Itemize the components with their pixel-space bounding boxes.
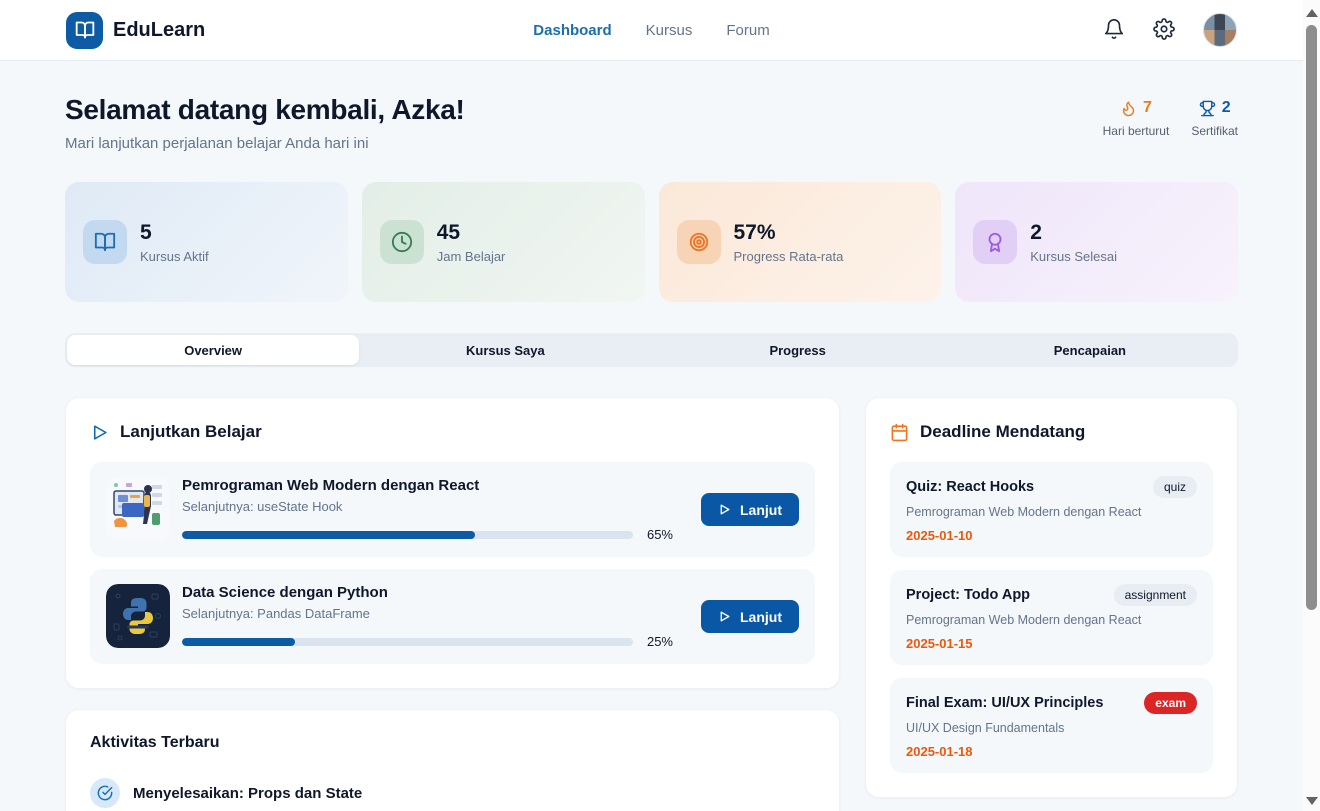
certificates-label: Sertifikat — [1191, 124, 1238, 138]
tab-overview[interactable]: Overview — [67, 335, 359, 365]
section-title: Aktivitas Terbaru — [90, 734, 815, 752]
stat-card-avg-progress: 57% Progress Rata-rata — [659, 182, 942, 302]
deadline-badge: exam — [1144, 692, 1197, 714]
course-next-lesson: Selanjutnya: useState Hook — [182, 499, 673, 514]
gear-icon[interactable] — [1153, 18, 1177, 42]
page-title: Selamat datang kembali, Azka! — [65, 94, 465, 126]
course-title: Data Science dengan Python — [182, 584, 673, 601]
deadline-title: Final Exam: UI/UX Principles — [906, 695, 1103, 711]
streak-label: Hari berturut — [1103, 124, 1170, 138]
target-icon — [677, 220, 721, 264]
dashboard-tabs: Overview Kursus Saya Progress Pencapaian — [65, 333, 1238, 367]
page-subtitle: Mari lanjutkan perjalanan belajar Anda h… — [65, 135, 465, 152]
certificates-value: 2 — [1222, 99, 1231, 117]
stat-value: 57% — [734, 221, 844, 245]
flame-icon — [1120, 100, 1137, 117]
book-icon — [83, 220, 127, 264]
deadline-badge: assignment — [1114, 584, 1197, 606]
progress-fill — [182, 638, 295, 646]
deadline-date: 2025-01-18 — [906, 744, 1197, 759]
scrollbar-thumb[interactable] — [1306, 25, 1317, 610]
avatar[interactable] — [1203, 13, 1237, 47]
progress-bar — [182, 638, 633, 646]
check-circle-icon — [90, 778, 120, 808]
deadline-course: Pemrograman Web Modern dengan React — [906, 613, 1197, 627]
continue-learning-card: Lanjutkan Belajar — [65, 397, 840, 689]
deadline-item-exam[interactable]: Final Exam: UI/UX Principles exam UI/UX … — [890, 678, 1213, 773]
vertical-scrollbar[interactable] — [1303, 0, 1320, 811]
header-actions — [1103, 13, 1237, 47]
stat-label: Kursus Selesai — [1030, 249, 1117, 264]
book-logo-icon — [66, 12, 103, 49]
stat-value: 45 — [437, 221, 506, 245]
course-row-react: Pemrograman Web Modern dengan React Sela… — [90, 462, 815, 557]
stat-label: Jam Belajar — [437, 249, 506, 264]
course-title: Pemrograman Web Modern dengan React — [182, 477, 673, 494]
stat-card-study-hours: 45 Jam Belajar — [362, 182, 645, 302]
section-title: Lanjutkan Belajar — [120, 422, 262, 442]
certificates-stat: 2 Sertifikat — [1191, 99, 1238, 138]
stat-label: Kursus Aktif — [140, 249, 209, 264]
deadlines-card: Deadline Mendatang Quiz: React Hooks qui… — [865, 397, 1238, 798]
course-thumbnail-python — [106, 584, 170, 648]
deadline-title: Project: Todo App — [906, 587, 1030, 603]
recent-activity-card: Aktivitas Terbaru Menyelesaikan: Props d… — [65, 709, 840, 811]
bell-icon[interactable] — [1103, 18, 1127, 42]
stat-value: 2 — [1030, 221, 1117, 245]
brand-name: EduLearn — [113, 19, 205, 42]
brand[interactable]: EduLearn — [66, 12, 205, 49]
stat-card-active-courses: 5 Kursus Aktif — [65, 182, 348, 302]
play-icon — [90, 423, 109, 442]
play-icon — [718, 503, 731, 516]
continue-button[interactable]: Lanjut — [701, 600, 799, 633]
deadline-item-quiz[interactable]: Quiz: React Hooks quiz Pemrograman Web M… — [890, 462, 1213, 557]
tab-kursus-saya[interactable]: Kursus Saya — [359, 335, 651, 365]
section-title: Deadline Mendatang — [920, 422, 1085, 442]
clock-icon — [380, 220, 424, 264]
deadline-item-assignment[interactable]: Project: Todo App assignment Pemrograman… — [890, 570, 1213, 665]
stat-label: Progress Rata-rata — [734, 249, 844, 264]
stat-card-completed-courses: 2 Kursus Selesai — [955, 182, 1238, 302]
progress-fill — [182, 531, 475, 539]
award-icon — [973, 220, 1017, 264]
deadline-badge: quiz — [1153, 476, 1197, 498]
deadline-course: Pemrograman Web Modern dengan React — [906, 505, 1197, 519]
scroll-up-arrow[interactable] — [1306, 9, 1318, 17]
progress-percent: 65% — [641, 527, 673, 542]
mini-stats: 7 Hari berturut — [1103, 94, 1238, 138]
edulearn-dashboard-page: EduLearn Dashboard Kursus Forum — [0, 0, 1303, 811]
course-row-python: Data Science dengan Python Selanjutnya: … — [90, 569, 815, 664]
scroll-down-arrow[interactable] — [1306, 797, 1318, 805]
deadline-title: Quiz: React Hooks — [906, 479, 1034, 495]
progress-bar — [182, 531, 633, 539]
stat-value: 5 — [140, 221, 209, 245]
main-nav: Dashboard Kursus Forum — [533, 22, 769, 39]
welcome-section: Selamat datang kembali, Azka! Mari lanju… — [65, 94, 1238, 152]
course-thumbnail-react — [106, 477, 170, 541]
nav-kursus[interactable]: Kursus — [646, 22, 693, 39]
tab-pencapaian[interactable]: Pencapaian — [944, 335, 1236, 365]
tab-progress[interactable]: Progress — [652, 335, 944, 365]
stats-row: 5 Kursus Aktif 45 Jam Belajar — [65, 182, 1238, 302]
activity-text: Menyelesaikan: Props dan State — [133, 785, 362, 802]
course-next-lesson: Selanjutnya: Pandas DataFrame — [182, 606, 673, 621]
progress-percent: 25% — [641, 634, 673, 649]
streak-stat: 7 Hari berturut — [1103, 99, 1170, 138]
deadline-date: 2025-01-10 — [906, 528, 1197, 543]
nav-dashboard[interactable]: Dashboard — [533, 22, 611, 39]
streak-value: 7 — [1143, 99, 1152, 117]
calendar-icon — [890, 423, 909, 442]
activity-item: Menyelesaikan: Props dan State — [90, 778, 815, 808]
trophy-icon — [1199, 100, 1216, 117]
deadline-date: 2025-01-15 — [906, 636, 1197, 651]
top-navbar: EduLearn Dashboard Kursus Forum — [0, 0, 1303, 61]
deadline-course: UI/UX Design Fundamentals — [906, 721, 1197, 735]
nav-forum[interactable]: Forum — [726, 22, 769, 39]
play-icon — [718, 610, 731, 623]
continue-button[interactable]: Lanjut — [701, 493, 799, 526]
